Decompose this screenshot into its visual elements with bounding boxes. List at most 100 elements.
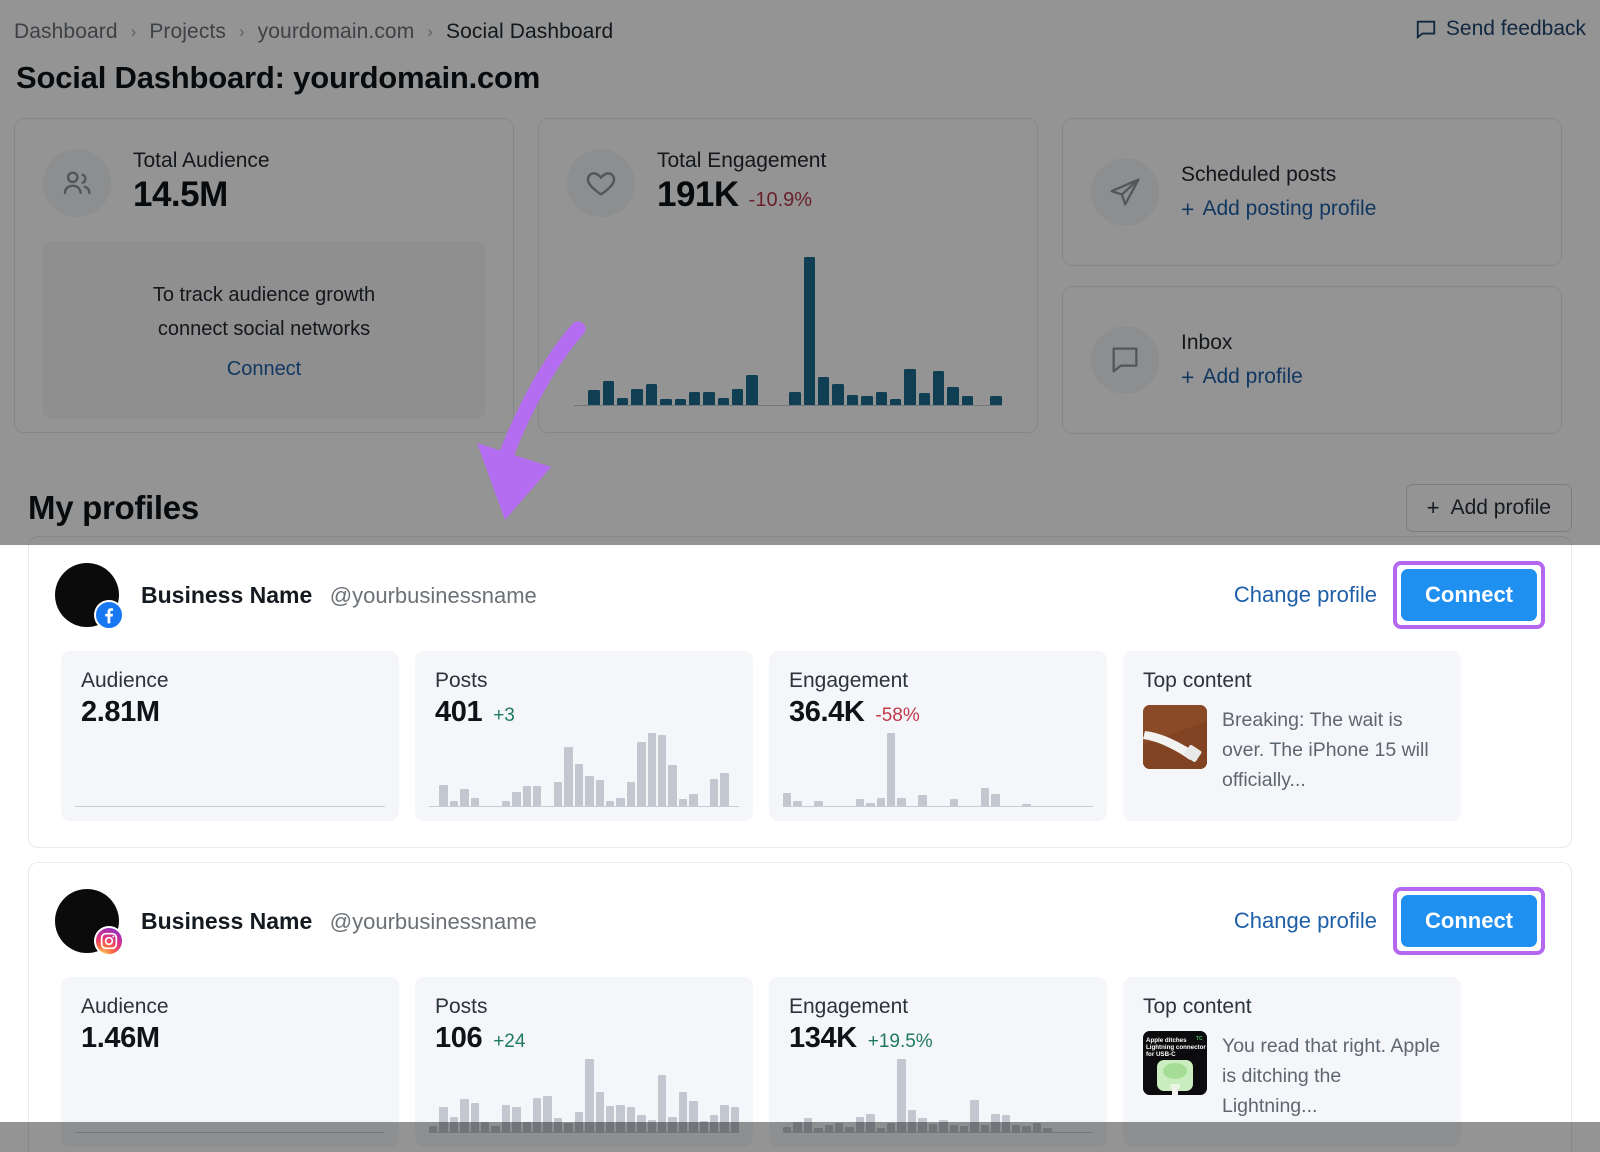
sparkline-bar — [804, 257, 815, 405]
sparkline-bar — [679, 799, 687, 806]
sparkline-bar — [554, 1118, 562, 1132]
sparkline-bar — [918, 795, 926, 806]
svg-text:TC: TC — [1196, 1036, 1203, 1042]
sparkline-bar — [689, 392, 700, 405]
sparkline-bar — [564, 1123, 572, 1132]
page-title: Social Dashboard: yourdomain.com — [16, 60, 1586, 96]
change-profile-link[interactable]: Change profile — [1234, 908, 1377, 934]
my-profiles-title: My profiles — [28, 489, 199, 527]
send-feedback-label: Send feedback — [1446, 17, 1586, 41]
audience-prompt-line2: connect social networks — [158, 314, 370, 344]
sparkline-bar — [929, 1124, 937, 1132]
plus-icon: + — [1181, 366, 1194, 389]
sparkline-bar — [648, 1120, 656, 1133]
sparkline-bar — [897, 1059, 905, 1132]
add-profile-label: Add profile — [1451, 496, 1551, 520]
stat-label: Top content — [1143, 669, 1441, 693]
add-posting-profile-label: Add posting profile — [1202, 197, 1376, 221]
connect-button[interactable]: Connect — [1401, 895, 1537, 947]
sparkline-bars — [574, 257, 1002, 405]
sparkline-bar — [887, 1123, 895, 1132]
sparkline-bar — [596, 780, 604, 806]
breadcrumb-item-dashboard[interactable]: Dashboard — [14, 20, 118, 44]
sparkline-bar — [887, 733, 895, 806]
top-content-item[interactable]: Breaking: The wait is over. The iPhone 1… — [1143, 705, 1441, 796]
sparkline-bar — [588, 390, 599, 405]
stat-engagement: Engagement 134K +19.5% — [769, 977, 1107, 1147]
profile-identity: Business Name @yourbusinessname — [141, 908, 537, 935]
sparkline-bar — [835, 1123, 843, 1132]
sparkline-bar — [908, 1110, 916, 1132]
sparkline-bar — [585, 776, 593, 806]
sparkline-bar — [679, 1092, 687, 1132]
lightning-cable-photo — [1143, 705, 1207, 769]
stat-value: 36.4K — [789, 696, 864, 729]
stat-posts: Posts 401 +3 — [415, 651, 753, 821]
total-audience-header: Total Audience 14.5M — [43, 149, 485, 217]
sparkline-axis — [783, 806, 1093, 807]
sparkline-bar — [710, 1115, 718, 1132]
stat-top-content: Top content Breaking: The wait is over. … — [1123, 651, 1461, 821]
sparkline-bar — [471, 798, 479, 806]
facebook-icon — [94, 600, 124, 630]
stat-value: 106 — [435, 1022, 482, 1055]
total-audience-value: 14.5M — [133, 175, 228, 215]
engagement-sparkline — [783, 733, 1093, 807]
audience-baseline — [75, 1132, 385, 1133]
breadcrumb-item-domain[interactable]: yourdomain.com — [258, 20, 415, 44]
sparkline-bar — [627, 1107, 635, 1132]
chevron-right-icon: › — [239, 23, 245, 40]
sparkline-bar — [631, 389, 642, 405]
stat-value: 1.46M — [81, 1022, 160, 1055]
engagement-sparkline — [783, 1059, 1093, 1133]
audience-connect-link[interactable]: Connect — [227, 358, 302, 381]
sparkline-bar — [533, 786, 541, 806]
sparkline-bar — [718, 398, 729, 405]
audience-prompt-line1: To track audience growth — [153, 280, 375, 310]
add-profile-button[interactable]: + Add profile — [1406, 484, 1572, 532]
sparkline-bar — [847, 395, 858, 405]
change-profile-link[interactable]: Change profile — [1234, 582, 1377, 608]
sparkline-bar — [991, 794, 999, 806]
profile-stats: Audience 1.46M Posts 106 +24 — [55, 977, 1545, 1147]
sparkline-bar — [637, 1115, 645, 1132]
sparkline-bar — [970, 1100, 978, 1132]
sparkline-bar — [947, 387, 958, 405]
stat-posts: Posts 106 +24 — [415, 977, 753, 1147]
sparkline-bar — [627, 782, 635, 806]
sparkline-bars — [429, 1059, 739, 1132]
sparkline-bar — [471, 1103, 479, 1132]
stat-top-content: Top content Apple ditches Lightning conn… — [1123, 977, 1461, 1147]
add-posting-profile-link[interactable]: + Add posting profile — [1181, 197, 1376, 221]
chevron-right-icon: › — [427, 23, 433, 40]
stat-delta: +19.5% — [868, 1031, 933, 1053]
svg-text:Apple ditches: Apple ditches — [1146, 1037, 1187, 1044]
top-content-item[interactable]: Apple ditches Lightning connector for US… — [1143, 1031, 1441, 1122]
sparkline-bar — [658, 735, 666, 806]
sparkline-bar — [804, 1118, 812, 1132]
add-inbox-profile-link[interactable]: + Add profile — [1181, 365, 1303, 389]
total-audience-card: Total Audience 14.5M To track audience g… — [14, 118, 514, 433]
sparkline-bar — [746, 375, 757, 405]
social-dashboard-screen: Dashboard › Projects › yourdomain.com › … — [0, 0, 1600, 1152]
sparkline-bar — [616, 1105, 624, 1132]
sparkline-bar — [990, 396, 1001, 405]
sparkline-bar — [658, 1075, 666, 1132]
paper-plane-icon — [1091, 158, 1159, 226]
stat-label: Engagement — [789, 669, 1087, 693]
connect-button[interactable]: Connect — [1401, 569, 1537, 621]
breadcrumb-item-projects[interactable]: Projects — [149, 20, 226, 44]
sparkline-bar — [668, 765, 676, 806]
sparkline-bar — [689, 794, 697, 806]
top-content-text: Breaking: The wait is over. The iPhone 1… — [1222, 705, 1441, 796]
profile-card-instagram: Business Name @yourbusinessname Change p… — [28, 862, 1572, 1152]
chevron-right-icon: › — [131, 23, 137, 40]
stat-label: Top content — [1143, 995, 1441, 1019]
audience-baseline — [75, 806, 385, 807]
send-feedback-link[interactable]: Send feedback — [1415, 17, 1586, 41]
profile-header: Business Name @yourbusinessname Change p… — [55, 887, 1545, 955]
sparkline-bar — [689, 1101, 697, 1132]
sparkline-bar — [502, 1105, 510, 1132]
profile-actions: Change profile Connect — [1234, 887, 1545, 955]
sparkline-bar — [991, 1114, 999, 1132]
